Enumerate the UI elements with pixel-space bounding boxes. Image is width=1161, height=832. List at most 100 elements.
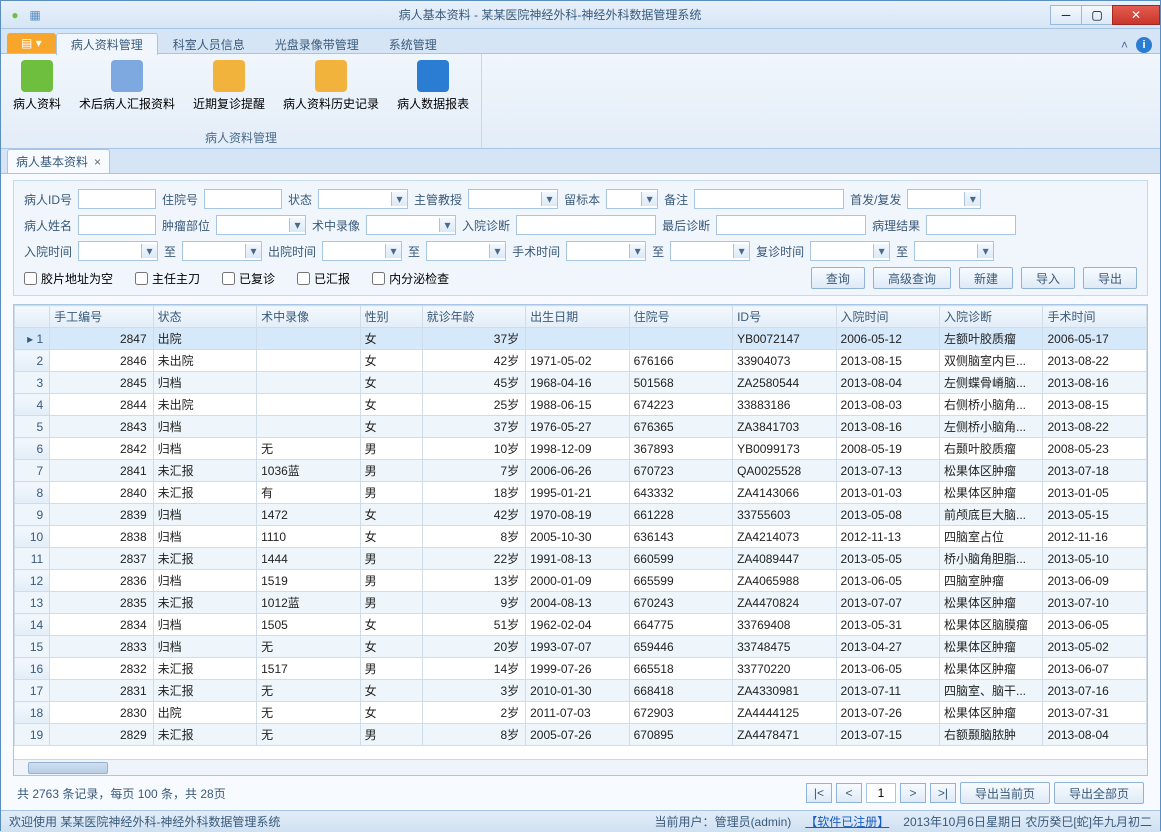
export-button[interactable]: 导出 (1083, 267, 1137, 289)
table-row[interactable]: 102838归档1110女8岁2005-10-30636143ZA4214073… (15, 526, 1147, 548)
next-page-button[interactable]: > (900, 783, 926, 803)
table-row[interactable]: 182830出院无女2岁2011-07-03672903ZA4444125201… (15, 702, 1147, 724)
date-admit-from[interactable]: ▾ (78, 241, 158, 261)
table-row[interactable]: 72841未汇报1036蓝男7岁2006-06-26670723QA002552… (15, 460, 1147, 482)
combo-specimen[interactable]: ▾ (606, 189, 658, 209)
column-header[interactable]: 术中录像 (257, 306, 360, 328)
data-table[interactable]: 手工编号状态术中录像性别就诊年龄出生日期住院号ID号入院时间入院诊断手术时间▸ … (14, 305, 1147, 746)
minimize-button[interactable]: ─ (1050, 5, 1082, 25)
table-row[interactable]: 112837未汇报1444男22岁1991-08-13660599ZA40894… (15, 548, 1147, 570)
column-header[interactable]: 手术时间 (1043, 306, 1147, 328)
first-page-button[interactable]: |< (806, 783, 832, 803)
ribbon-tab-2[interactable]: 光盘录像带管理 (260, 33, 374, 55)
column-header[interactable]: ID号 (733, 306, 836, 328)
date-revisit-from[interactable]: ▾ (810, 241, 890, 261)
date-revisit-to[interactable]: ▾ (914, 241, 994, 261)
ribbon-icon (111, 60, 143, 92)
column-header[interactable]: 入院诊断 (940, 306, 1043, 328)
input-last-diag[interactable] (716, 215, 866, 235)
label-tumor-site: 肿瘤部位 (162, 217, 210, 234)
checkbox-3[interactable]: 已汇报 (297, 270, 350, 287)
input-patient-name[interactable] (78, 215, 156, 235)
table-row[interactable]: 82840未汇报有男18岁1995-01-21643332ZA414306620… (15, 482, 1147, 504)
input-path-result[interactable] (926, 215, 1016, 235)
table-row[interactable]: 132835未汇报1012蓝男9岁2004-08-13670243ZA44708… (15, 592, 1147, 614)
label-last-diag: 最后诊断 (662, 217, 710, 234)
date-discharge-to[interactable]: ▾ (426, 241, 506, 261)
table-row[interactable]: 32845归档女45岁1968-04-16501568ZA25805442013… (15, 372, 1147, 394)
checkbox-4[interactable]: 内分泌检查 (372, 270, 449, 287)
advanced-query-button[interactable]: 高级查询 (873, 267, 951, 289)
help-icon[interactable]: i (1136, 37, 1152, 53)
ribbon-icon (417, 60, 449, 92)
label-path-result: 病理结果 (872, 217, 920, 234)
ribbon-item-0[interactable]: 病人资料 (9, 58, 65, 128)
input-inpatient-no[interactable] (204, 189, 282, 209)
table-row[interactable]: 152833归档无女20岁1993-07-0765944633748475201… (15, 636, 1147, 658)
label-to-1: 至 (164, 243, 176, 260)
export-all-pages-button[interactable]: 导出全部页 (1054, 782, 1144, 804)
table-row[interactable]: 162832未汇报1517男14岁1999-07-266655183377022… (15, 658, 1147, 680)
date-discharge-from[interactable]: ▾ (322, 241, 402, 261)
checkbox-2[interactable]: 已复诊 (222, 270, 275, 287)
combo-professor[interactable]: ▾ (468, 189, 558, 209)
horizontal-scrollbar[interactable] (14, 759, 1147, 775)
table-row[interactable]: 62842归档无男10岁1998-12-09367893YB0099173200… (15, 438, 1147, 460)
ribbon-item-2[interactable]: 近期复诊提醒 (189, 58, 269, 128)
label-patient-id: 病人ID号 (24, 191, 72, 208)
column-header[interactable]: 状态 (153, 306, 256, 328)
page-number-input[interactable] (866, 783, 896, 803)
file-menu-button[interactable]: ▤ ▾ (7, 33, 56, 53)
app-user-icon[interactable]: ● (7, 7, 23, 23)
close-button[interactable]: ✕ (1112, 5, 1160, 25)
table-row[interactable]: 192829未汇报无男8岁2005-07-26670895ZA447847120… (15, 724, 1147, 746)
document-tabs: 病人基本资料 × (1, 149, 1160, 173)
column-header[interactable]: 手工编号 (50, 306, 153, 328)
column-header[interactable]: 就诊年龄 (422, 306, 525, 328)
combo-first-recur[interactable]: ▾ (907, 189, 981, 209)
checkbox-0[interactable]: 胶片地址为空 (24, 270, 113, 287)
date-surgery-from[interactable]: ▾ (566, 241, 646, 261)
ribbon-item-3[interactable]: 病人资料历史记录 (279, 58, 383, 128)
table-row[interactable]: 42844未出院女25岁1988-06-15674223338831862013… (15, 394, 1147, 416)
table-row[interactable]: 92839归档1472女42岁1970-08-19661228337556032… (15, 504, 1147, 526)
column-header[interactable]: 入院时间 (836, 306, 939, 328)
status-bar: 欢迎使用 某某医院神经外科-神经外科数据管理系统 当前用户：管理员(admin)… (1, 810, 1160, 832)
combo-status[interactable]: ▾ (318, 189, 408, 209)
ribbon-item-4[interactable]: 病人数据报表 (393, 58, 473, 128)
close-tab-icon[interactable]: × (94, 155, 101, 169)
status-registered-link[interactable]: 【软件已注册】 (805, 813, 889, 830)
table-row[interactable]: 122836归档1519男13岁2000-01-09665599ZA406598… (15, 570, 1147, 592)
import-button[interactable]: 导入 (1021, 267, 1075, 289)
ribbon-tab-1[interactable]: 科室人员信息 (158, 33, 260, 55)
input-admit-diag[interactable] (516, 215, 656, 235)
ribbon-tab-3[interactable]: 系统管理 (374, 33, 452, 55)
app-grid-icon[interactable]: ▦ (27, 7, 43, 23)
label-discharge-time: 出院时间 (268, 243, 316, 260)
table-row[interactable]: 172831未汇报无女3岁2010-01-30668418ZA433098120… (15, 680, 1147, 702)
input-remark[interactable] (694, 189, 844, 209)
combo-op-video[interactable]: ▾ (366, 215, 456, 235)
table-row[interactable]: 142834归档1505女51岁1962-02-0466477533769408… (15, 614, 1147, 636)
checkbox-1[interactable]: 主任主刀 (135, 270, 200, 287)
prev-page-button[interactable]: < (836, 783, 862, 803)
ribbon-tab-0[interactable]: 病人资料管理 (56, 33, 158, 55)
column-header[interactable]: 住院号 (629, 306, 732, 328)
document-tab-patient-basic[interactable]: 病人基本资料 × (7, 149, 110, 173)
export-current-page-button[interactable]: 导出当前页 (960, 782, 1050, 804)
ribbon-item-1[interactable]: 术后病人汇报资料 (75, 58, 179, 128)
date-surgery-to[interactable]: ▾ (670, 241, 750, 261)
table-row[interactable]: 22846未出院女42岁1971-05-02676166339040732013… (15, 350, 1147, 372)
date-admit-to[interactable]: ▾ (182, 241, 262, 261)
last-page-button[interactable]: >| (930, 783, 956, 803)
input-patient-id[interactable] (78, 189, 156, 209)
table-row[interactable]: 52843归档女37岁1976-05-27676365ZA38417032013… (15, 416, 1147, 438)
ribbon-collapse-icon[interactable]: ˄ (1121, 38, 1128, 52)
query-button[interactable]: 查询 (811, 267, 865, 289)
new-button[interactable]: 新建 (959, 267, 1013, 289)
column-header[interactable]: 出生日期 (526, 306, 629, 328)
table-row[interactable]: ▸ 12847出院女37岁YB00721472006-05-12左额叶胶质瘤20… (15, 328, 1147, 350)
combo-tumor-site[interactable]: ▾ (216, 215, 306, 235)
maximize-button[interactable]: ▢ (1081, 5, 1113, 25)
column-header[interactable]: 性别 (360, 306, 422, 328)
